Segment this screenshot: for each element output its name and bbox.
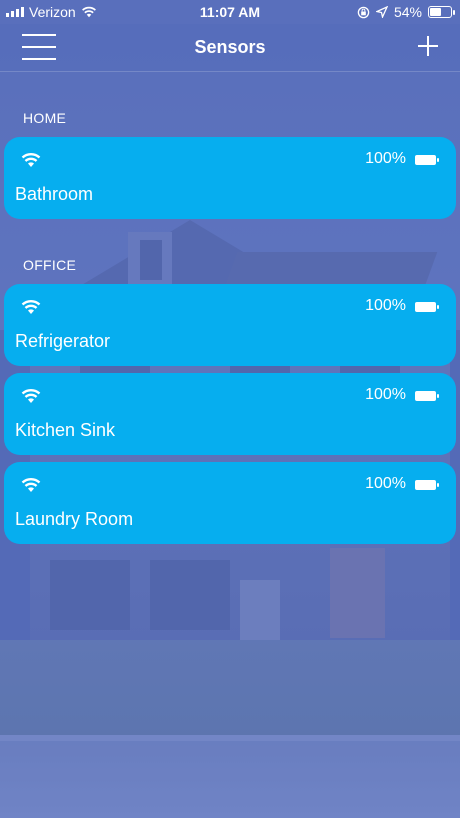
sensor-battery-level: 100%	[365, 150, 406, 167]
sensor-list: HOME 100% Bathroom OFFICE 100% Refrigera…	[0, 72, 460, 544]
status-bar: Verizon 11:07 AM 54%	[0, 0, 460, 24]
sensor-battery-level: 100%	[365, 475, 406, 492]
page-title: Sensors	[194, 37, 266, 57]
sensor-battery-level: 100%	[365, 297, 406, 314]
battery-icon	[415, 391, 439, 401]
sensor-card-kitchen-sink[interactable]: 100% Kitchen Sink	[4, 373, 456, 455]
sensor-card-laundry-room[interactable]: 100% Laundry Room	[4, 462, 456, 544]
battery-icon	[428, 6, 455, 18]
sensor-card-bathroom[interactable]: 100% Bathroom	[4, 137, 456, 219]
wifi-signal-icon	[21, 300, 41, 314]
sensor-name: Bathroom	[15, 184, 94, 204]
section-header-office: OFFICE	[23, 257, 77, 273]
sensor-name: Kitchen Sink	[15, 420, 116, 440]
navigation-bar: Sensors	[0, 24, 460, 72]
sensor-battery-level: 100%	[365, 386, 406, 403]
battery-icon	[415, 155, 439, 165]
sensor-card-refrigerator[interactable]: 100% Refrigerator	[4, 284, 456, 366]
rotation-lock-icon	[357, 6, 370, 18]
section-header-home: HOME	[23, 110, 67, 126]
battery-icon	[415, 302, 439, 312]
sensor-name: Refrigerator	[15, 331, 111, 351]
wifi-signal-icon	[21, 153, 41, 167]
battery-icon	[415, 480, 439, 490]
wifi-signal-icon	[21, 389, 41, 403]
location-arrow-icon	[375, 6, 388, 18]
wifi-signal-icon	[21, 478, 41, 492]
battery-percentage: 54%	[393, 4, 422, 20]
plus-icon[interactable]	[418, 36, 438, 56]
sensor-name: Laundry Room	[15, 509, 134, 529]
